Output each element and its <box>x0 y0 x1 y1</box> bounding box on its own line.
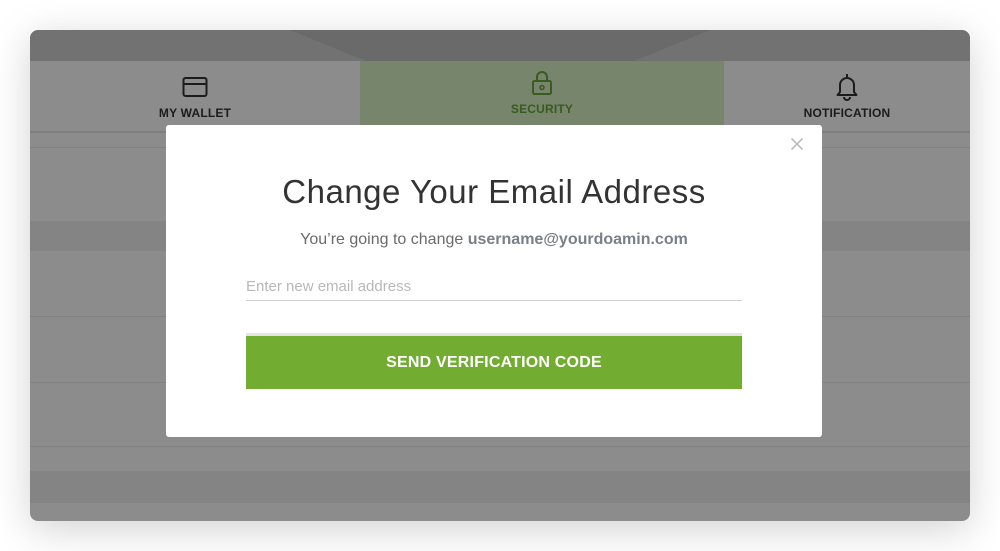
close-button[interactable] <box>788 137 806 155</box>
send-verification-code-button[interactable]: SEND VERIFICATION CODE <box>246 333 742 389</box>
modal-title: Change Your Email Address <box>282 173 706 210</box>
new-email-input[interactable] <box>246 273 742 301</box>
modal-subtitle: You’re going to change username@yourdoam… <box>166 231 822 249</box>
subtitle-text: You’re going to change <box>300 231 464 248</box>
close-icon <box>790 137 804 156</box>
current-email: username@yourdoamin.com <box>467 231 688 248</box>
change-email-modal: Change Your Email Address You’re going t… <box>166 125 822 437</box>
